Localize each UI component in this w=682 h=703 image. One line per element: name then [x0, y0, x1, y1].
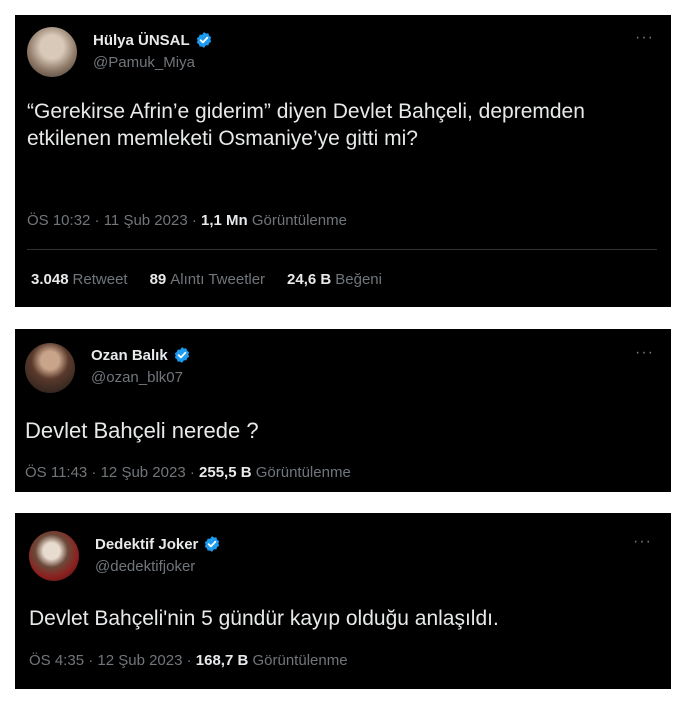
tweet-timestamp[interactable]: ÖS 4:35 · 12 Şub 2023 ·: [29, 652, 196, 669]
tweet-meta: ÖS 10:32 · 11 Şub 2023 · 1,1 Mn Görüntül…: [27, 212, 347, 229]
tweet-meta: ÖS 4:35 · 12 Şub 2023 · 168,7 B Görüntül…: [29, 652, 348, 669]
quote-stat[interactable]: 89 Alıntı Tweetler: [150, 271, 265, 288]
view-count: 255,5 B: [199, 464, 252, 481]
tweet-card[interactable]: Dedektif Joker @dedektifjoker ··· Devlet…: [15, 513, 671, 689]
tweet-text: Devlet Bahçeli'nin 5 gündür kayıp olduğu…: [29, 607, 499, 630]
tweet-text: “Gerekirse Afrin’e giderim” diyen Devlet…: [27, 100, 585, 151]
tweet-card[interactable]: Ozan Balık @ozan_blk07 ··· Devlet Bahçel…: [15, 329, 671, 492]
verified-badge-icon: [196, 32, 211, 48]
user-handle[interactable]: @Pamuk_Miya: [93, 54, 195, 71]
view-count: 1,1 Mn: [201, 212, 248, 229]
like-label: Beğeni: [335, 271, 382, 288]
verified-badge-icon: [205, 536, 220, 552]
quote-label: Alıntı Tweetler: [170, 271, 266, 288]
tweet-timestamp[interactable]: ÖS 10:32 · 11 Şub 2023 ·: [27, 212, 201, 229]
retweet-count: 3.048: [31, 271, 69, 288]
avatar[interactable]: [25, 343, 75, 393]
view-label: Görüntülenme: [251, 464, 351, 481]
tweet-card[interactable]: Hülya ÜNSAL @Pamuk_Miya ··· “Gerekirse A…: [15, 15, 671, 307]
view-label: Görüntülenme: [248, 652, 348, 669]
divider: [27, 249, 657, 250]
tweet-text: Devlet Bahçeli nerede ?: [25, 418, 259, 443]
tweet-timestamp[interactable]: ÖS 11:43 · 12 Şub 2023 ·: [25, 464, 199, 481]
retweet-stat[interactable]: 3.048 Retweet: [31, 271, 128, 288]
quote-count: 89: [149, 271, 167, 288]
tweet-stats: 3.048 Retweet 89 Alıntı Tweetler 24,6 B Beğ…: [31, 271, 382, 288]
more-options-icon[interactable]: ···: [633, 533, 652, 551]
like-count: 24,6 B: [287, 271, 332, 288]
retweet-label: Retweet: [72, 271, 128, 288]
avatar[interactable]: [29, 531, 79, 581]
display-name[interactable]: Hülya ÜNSAL: [93, 32, 190, 49]
verified-badge-icon: [174, 347, 189, 363]
more-options-icon[interactable]: ···: [635, 29, 654, 47]
view-count: 168,7 B: [195, 652, 249, 669]
display-name[interactable]: Ozan Balık: [91, 347, 168, 364]
avatar[interactable]: [27, 27, 77, 77]
more-options-icon[interactable]: ···: [635, 344, 654, 362]
user-handle[interactable]: @dedektifjoker: [95, 558, 195, 575]
display-name[interactable]: Dedektif Joker: [95, 536, 198, 553]
like-stat[interactable]: 24,6 B Beğeni: [287, 271, 382, 288]
tweet-meta: ÖS 11:43 · 12 Şub 2023 · 255,5 B Görüntü…: [25, 464, 351, 481]
user-handle[interactable]: @ozan_blk07: [91, 369, 183, 386]
view-label: Görüntülenme: [247, 212, 347, 229]
